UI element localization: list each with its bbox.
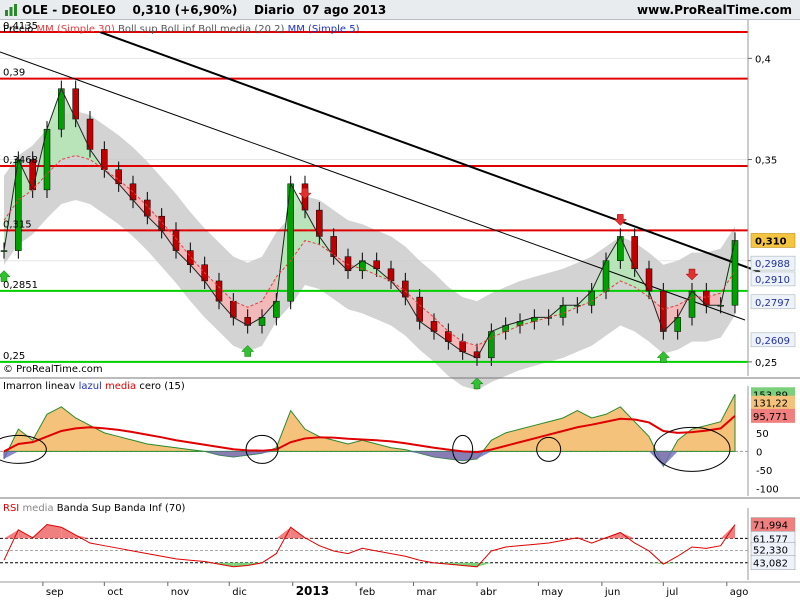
x-tick-label: dic [232,587,247,598]
rsi-panel: 71,99461,57752,33043,082 [0,508,796,580]
copyright: © ProRealTime.com [3,364,103,375]
ticker-name: OLE - DEOLEO [22,3,116,17]
osc-value-label: 131,22 [753,399,788,410]
rsi-value-label: 43,082 [753,559,788,570]
site-url[interactable]: www.ProRealTime.com [637,3,792,17]
x-tick-label: mar [417,587,438,598]
x-tick-label: jul [665,587,678,598]
bar-chart-icon [5,4,17,16]
title-bar: OLE - DEOLEO 0,310 (+6,90%) Diario 07 ag… [0,0,800,20]
osc-tick-label: -100 [756,485,779,496]
osc-tick-label: -50 [756,466,772,477]
rsi-overbought-fill [720,524,735,539]
price-tick-label: 0,35 [755,156,777,167]
x-tick-label: sep [46,587,64,598]
chart-canvas[interactable]: 0,40,350,300,25 0,41350,390,34680,3150,2… [0,20,800,600]
rsi-overbought-fill [276,527,291,539]
rsi-oversold-fill [649,562,664,565]
level-label: 0,315 [3,219,32,230]
rsi-value-label: 52,330 [753,546,788,557]
price-tick-label: 0,25 [755,358,777,369]
x-tick-label: oct [107,587,123,598]
candle-body[interactable] [0,250,8,252]
period-label: Diario [254,3,295,17]
price-legend: Precio MM (Simple 30) Boll sup Boll inf … [3,24,360,35]
level-label: 0,25 [3,351,25,362]
x-axis: sep oct nov dic 2013 feb mar abr may jun jul ago [42,582,749,598]
x-tick-label: feb [359,587,375,598]
osc-value-label: 95,771 [753,412,788,423]
x-tick-label: jun [604,587,620,598]
value-tag-label: 0,2609 [755,336,790,347]
rsi-legend: RSI media Banda Sup Banda Inf (70) [3,503,186,514]
osc-tick-label: 0 [756,447,762,458]
value-tag-label: 0,2988 [755,259,790,270]
osc-tick-label: 50 [756,429,769,440]
instrument-header: OLE - DEOLEO 0,310 (+6,90%) Diario 07 ag… [22,3,386,17]
chart-window: OLE - DEOLEO 0,310 (+6,90%) Diario 07 ag… [0,0,800,600]
last-price: 0,310 (+6,90%) [132,3,238,17]
rsi-line [3,524,736,568]
oscillator-panel: 500-50-100153,89131,2295,771 [0,386,795,496]
value-tag-label: 0,2910 [755,275,790,286]
value-tag-label: 0,2797 [755,298,790,309]
chart-date: 07 ago 2013 [302,3,387,17]
x-tick-label: 2013 [296,584,329,598]
x-tick-label: ago [730,587,749,598]
price-tick-label: 0,4 [755,54,771,65]
value-tag-label: 0,310 [755,236,787,247]
x-tick-label: abr [480,587,497,598]
level-label: 0,39 [3,68,25,79]
level-label: 0,2851 [3,280,38,291]
x-tick-label: may [541,587,563,598]
rsi-value-label: 71,994 [753,521,788,532]
level-label: 0,3468 [3,155,38,166]
oscillator-legend: Imarron lineav lazul media cero (15) [3,381,185,392]
x-tick-label: nov [171,587,189,598]
oscillator-negative-area [4,451,735,467]
